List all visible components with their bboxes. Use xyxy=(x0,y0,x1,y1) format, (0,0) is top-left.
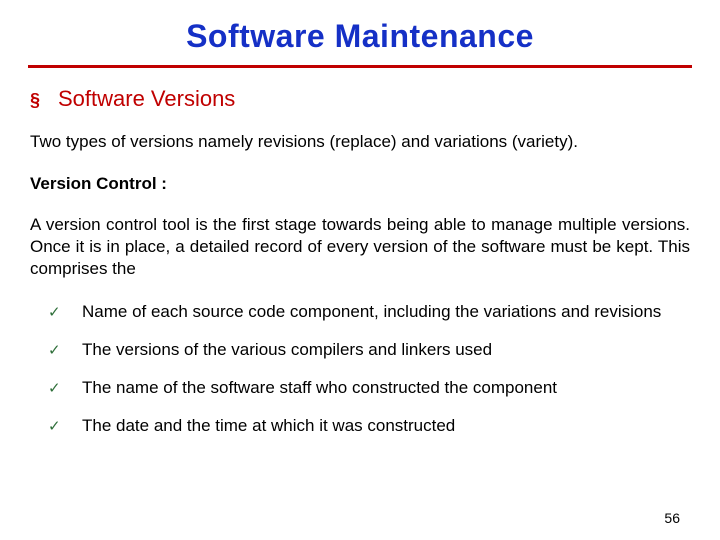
intro-text: Two types of versions namely revisions (… xyxy=(30,132,690,152)
section-heading-row: § Software Versions xyxy=(28,86,692,112)
list-item-text: The date and the time at which it was co… xyxy=(82,415,455,437)
title-rule xyxy=(28,65,692,68)
list-item: ✓ The name of the software staff who con… xyxy=(48,377,692,399)
version-control-label: Version Control : xyxy=(30,174,692,194)
page-number: 56 xyxy=(664,510,680,526)
check-icon: ✓ xyxy=(48,377,82,398)
check-icon: ✓ xyxy=(48,339,82,360)
section-heading: Software Versions xyxy=(58,86,235,112)
list-item-text: Name of each source code component, incl… xyxy=(82,301,661,323)
list-item: ✓ The date and the time at which it was … xyxy=(48,415,692,437)
list-item-text: The versions of the various compilers an… xyxy=(82,339,492,361)
check-icon: ✓ xyxy=(48,301,82,322)
square-bullet-icon: § xyxy=(28,90,58,111)
check-icon: ✓ xyxy=(48,415,82,436)
page-title: Software Maintenance xyxy=(28,18,692,55)
list-item-text: The name of the software staff who const… xyxy=(82,377,557,399)
list-item: ✓ The versions of the various compilers … xyxy=(48,339,692,361)
version-control-description: A version control tool is the first stag… xyxy=(30,214,690,279)
list-item: ✓ Name of each source code component, in… xyxy=(48,301,692,323)
check-list: ✓ Name of each source code component, in… xyxy=(28,301,692,436)
